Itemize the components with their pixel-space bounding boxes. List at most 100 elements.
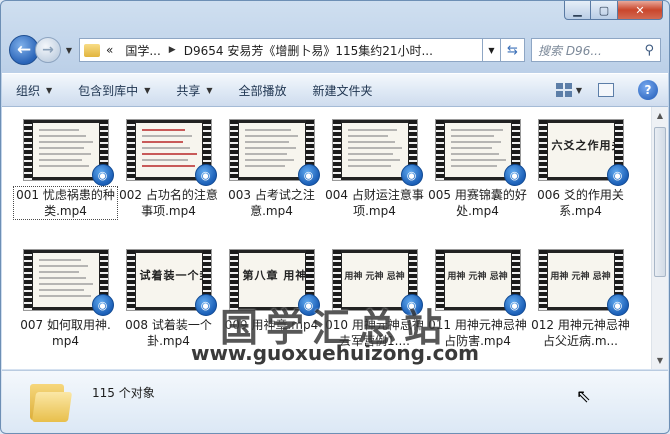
video-thumbnail: 用神 元神 忌神 ◉ bbox=[331, 249, 423, 316]
chevron-down-icon: ▼ bbox=[46, 85, 53, 95]
chevron-down-icon[interactable]: ▼ bbox=[576, 86, 582, 95]
thumbnail-text: 用神 元神 忌神 bbox=[550, 272, 611, 282]
details-pane: 115 个对象 bbox=[2, 370, 668, 432]
refresh-button[interactable]: ⇆ bbox=[501, 38, 525, 62]
file-item[interactable]: 用神 元神 忌神 ◉ 011 用神元神忌神 占防害.mp4 bbox=[426, 249, 529, 349]
file-name: 006 爻的作用关系.mp4 bbox=[537, 188, 624, 218]
search-input[interactable]: 搜索 D96... ⚲ bbox=[531, 38, 661, 62]
file-name: 001 忧虑祸患的种类.mp4 bbox=[13, 186, 118, 220]
thumbnail-text: 用神 元神 忌神 bbox=[344, 272, 405, 282]
file-grid: ◉ 001 忧虑祸患的种类.mp4 ◉ 002 占功名的注意事项.mp4 ◉ 003 占考… bbox=[13, 119, 632, 349]
include-library-menu[interactable]: 包含到库中 ▼ bbox=[78, 82, 150, 99]
video-thumbnail: 六爻之作用关系 ◉ bbox=[537, 119, 629, 186]
file-name: 005 用赛锦囊的好处.mp4 bbox=[428, 188, 527, 218]
video-thumbnail: ◉ bbox=[331, 119, 423, 186]
new-folder-label: 新建文件夹 bbox=[312, 83, 373, 98]
folder-icon bbox=[84, 43, 100, 57]
media-player-icon: ◉ bbox=[194, 294, 217, 316]
file-item[interactable]: ◉ 003 占考试之注意.mp4 bbox=[220, 119, 323, 219]
chevron-down-icon: ▼ bbox=[488, 45, 495, 55]
file-name: 004 占财运注意事项.mp4 bbox=[325, 188, 424, 218]
maximize-button[interactable]: ▢ bbox=[591, 1, 618, 20]
file-item[interactable]: 第八章 用神章 ◉ 009 用神章.mp4 bbox=[220, 249, 323, 349]
media-player-icon: ◉ bbox=[400, 294, 423, 316]
file-item[interactable]: ◉ 007 如何取用神.mp4 bbox=[14, 249, 117, 349]
recent-pages-dropdown[interactable]: ▼ bbox=[63, 46, 75, 55]
play-all-label: 全部播放 bbox=[238, 83, 287, 98]
window-controls: ▁ ▢ ✕ bbox=[564, 1, 663, 21]
video-thumbnail: ◉ bbox=[228, 119, 320, 186]
close-button[interactable]: ✕ bbox=[618, 1, 663, 20]
include-library-label: 包含到库中 bbox=[78, 83, 139, 98]
video-thumbnail: 试着装一个卦 ◉ bbox=[125, 249, 217, 316]
media-player-icon: ◉ bbox=[91, 294, 114, 316]
breadcrumb-item-current[interactable]: D9654 安易芳《增删卜易》115集约21小时... bbox=[184, 42, 433, 59]
thumbnail-text: 六爻之作用关系 bbox=[551, 139, 614, 152]
media-player-icon: ◉ bbox=[606, 294, 629, 316]
address-dropdown[interactable]: ▼ bbox=[483, 38, 501, 62]
chevron-down-icon: ▼ bbox=[206, 85, 213, 95]
file-name: 002 占功名的注意事项.mp4 bbox=[119, 188, 218, 218]
media-player-icon: ◉ bbox=[297, 164, 320, 186]
media-player-icon: ◉ bbox=[297, 294, 320, 316]
forward-button[interactable]: → bbox=[35, 37, 61, 63]
thumbnail-text: 用神 元神 忌神 bbox=[447, 272, 508, 282]
explorer-window: ▁ ▢ ✕ ← → ▼ « 国学... ▶ D9654 安易芳《增删卜易》115… bbox=[0, 0, 670, 434]
command-bar: 组织 ▼ 包含到库中 ▼ 共享 ▼ 全部播放 新建文件夹 ▼ ? bbox=[2, 73, 668, 107]
file-item[interactable]: 用神 元神 忌神 ◉ 012 用神元神忌神 占父近病.m... bbox=[529, 249, 632, 349]
address-bar[interactable]: « 国学... ▶ D9654 安易芳《增删卜易》115集约21小时... bbox=[79, 38, 483, 62]
file-name: 008 试着装一个卦.mp4 bbox=[125, 318, 212, 348]
media-player-icon: ◉ bbox=[194, 164, 217, 186]
views-icon[interactable] bbox=[555, 83, 572, 97]
preview-pane-icon[interactable] bbox=[598, 83, 614, 97]
file-name: 003 占考试之注意.mp4 bbox=[228, 188, 315, 218]
share-menu[interactable]: 共享 ▼ bbox=[176, 82, 212, 99]
breadcrumb-overflow[interactable]: « bbox=[106, 43, 113, 57]
chevron-down-icon: ▼ bbox=[144, 85, 151, 95]
search-icon: ⚲ bbox=[644, 42, 654, 58]
new-folder-button[interactable]: 新建文件夹 bbox=[313, 82, 373, 99]
thumbnail-text: 第八章 用神章 bbox=[242, 269, 305, 282]
media-player-icon: ◉ bbox=[606, 164, 629, 186]
object-count: 115 个对象 bbox=[92, 386, 155, 400]
media-player-icon: ◉ bbox=[503, 164, 526, 186]
search-placeholder: 搜索 D96... bbox=[538, 43, 602, 58]
scroll-up-icon[interactable]: ▲ bbox=[652, 107, 668, 124]
breadcrumb-separator-icon[interactable]: ▶ bbox=[169, 45, 176, 55]
video-thumbnail: ◉ bbox=[125, 119, 217, 186]
video-thumbnail: ◉ bbox=[22, 119, 114, 186]
scroll-down-icon[interactable]: ▼ bbox=[652, 352, 668, 369]
file-item[interactable]: 六爻之作用关系 ◉006 爻的作用关系.mp4 bbox=[529, 119, 632, 219]
play-all-button[interactable]: 全部播放 bbox=[239, 82, 287, 99]
media-player-icon: ◉ bbox=[400, 164, 423, 186]
file-name: 010 用神元神忌神 去军营例1.... bbox=[325, 318, 424, 348]
media-player-icon: ◉ bbox=[91, 164, 114, 186]
file-item[interactable]: 用神 元神 忌神 ◉ 010 用神元神忌神 去军营例1.... bbox=[323, 249, 426, 349]
file-item[interactable]: ◉ 005 用赛锦囊的好处.mp4 bbox=[426, 119, 529, 219]
file-list: ◉ 001 忧虑祸患的种类.mp4 ◉ 002 占功名的注意事项.mp4 ◉ 003 占考… bbox=[2, 107, 668, 369]
minimize-button[interactable]: ▁ bbox=[564, 1, 591, 20]
chevron-down-icon: ▼ bbox=[65, 45, 73, 55]
organize-label: 组织 bbox=[16, 83, 41, 98]
file-item[interactable]: ◉ 001 忧虑祸患的种类.mp4 bbox=[13, 119, 118, 220]
organize-menu[interactable]: 组织 ▼ bbox=[16, 82, 52, 99]
file-name: 011 用神元神忌神 占防害.mp4 bbox=[428, 318, 527, 348]
refresh-icon: ⇆ bbox=[507, 42, 518, 58]
file-item[interactable]: ◉ 004 占财运注意事项.mp4 bbox=[323, 119, 426, 219]
scroll-thumb[interactable] bbox=[654, 127, 666, 277]
breadcrumb-item[interactable]: 国学... bbox=[125, 42, 160, 59]
video-thumbnail: 第八章 用神章 ◉ bbox=[228, 249, 320, 316]
file-item[interactable]: ◉ 002 占功名的注意事项.mp4 bbox=[117, 119, 220, 219]
vertical-scrollbar[interactable]: ▲ ▼ bbox=[651, 107, 668, 369]
arrow-left-icon: ← bbox=[16, 40, 32, 60]
share-label: 共享 bbox=[176, 83, 201, 98]
video-thumbnail: 用神 元神 忌神 ◉ bbox=[434, 249, 526, 316]
file-name: 012 用神元神忌神 占父近病.m... bbox=[531, 318, 630, 348]
file-item[interactable]: 试着装一个卦 ◉008 试着装一个卦.mp4 bbox=[117, 249, 220, 349]
video-thumbnail: ◉ bbox=[434, 119, 526, 186]
arrow-right-icon: → bbox=[42, 42, 54, 58]
navigation-bar: ← → ▼ « 国学... ▶ D9654 安易芳《增删卜易》115集约21小时… bbox=[9, 33, 661, 67]
folder-icon bbox=[30, 382, 74, 422]
file-name: 009 用神章.mp4 bbox=[224, 318, 319, 332]
help-icon[interactable]: ? bbox=[638, 80, 658, 100]
